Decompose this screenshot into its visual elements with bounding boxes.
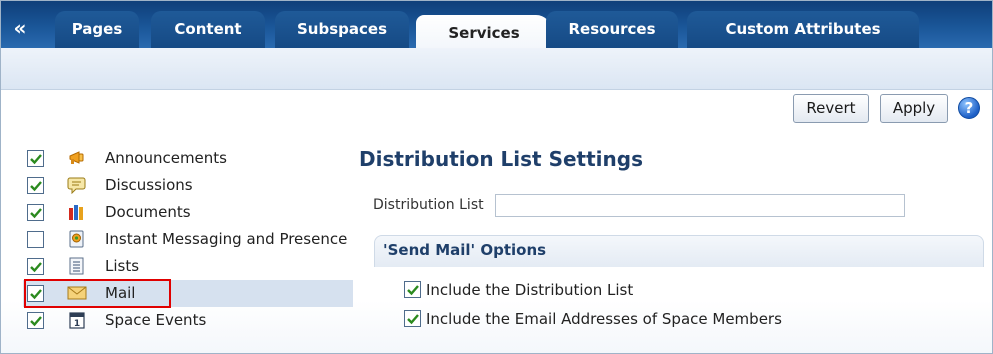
tab-pages[interactable]: Pages [55, 11, 139, 48]
service-item-discussions[interactable]: Discussions [23, 172, 353, 199]
service-item-announcements[interactable]: Announcements [23, 145, 353, 172]
distribution-list-input[interactable] [495, 194, 905, 217]
sub-toolbar [1, 48, 992, 90]
apply-button[interactable]: Apply [880, 94, 948, 123]
service-label: Instant Messaging and Presence [105, 230, 348, 248]
speech-bubble-icon [67, 177, 86, 194]
tab-subspaces[interactable]: Subspaces [275, 11, 409, 48]
collapse-icon[interactable]: « [9, 17, 31, 39]
revert-button[interactable]: Revert [793, 94, 869, 123]
option-label: Include the Email Addresses of Space Mem… [426, 310, 782, 328]
tab-bar: « Pages Content Subspaces Services Resou… [1, 1, 992, 50]
service-label: Discussions [105, 176, 193, 194]
checkbox-mail[interactable] [27, 285, 44, 302]
checkbox-discussions[interactable] [27, 177, 44, 194]
check-icon [30, 316, 42, 327]
checkbox-space-events[interactable] [27, 312, 44, 329]
list-icon [69, 257, 84, 275]
send-mail-options-title: 'Send Mail' Options [383, 241, 547, 259]
calendar-icon: 1 [69, 312, 85, 329]
distribution-list-label: Distribution List [373, 197, 484, 213]
check-icon [30, 289, 42, 300]
svg-text:1: 1 [74, 319, 80, 329]
help-icon[interactable]: ? [958, 97, 980, 119]
service-label: Lists [105, 257, 140, 275]
im-presence-icon [69, 230, 84, 248]
envelope-icon [67, 286, 87, 300]
tab-custom-attributes[interactable]: Custom Attributes [687, 11, 919, 48]
services-panel: « Pages Content Subspaces Services Resou… [0, 0, 993, 354]
check-icon [30, 262, 42, 273]
check-icon [407, 285, 419, 296]
option-label: Include the Distribution List [426, 281, 634, 299]
service-label: Announcements [105, 149, 227, 167]
checkbox-include-member-emails[interactable] [404, 310, 421, 327]
checkbox-lists[interactable] [27, 258, 44, 275]
check-icon [30, 208, 42, 219]
tab-resources[interactable]: Resources [546, 11, 678, 48]
service-item-lists[interactable]: Lists [23, 253, 353, 280]
service-label: Mail [105, 284, 136, 302]
checkbox-instant-messaging[interactable] [27, 231, 44, 248]
checkbox-announcements[interactable] [27, 150, 44, 167]
page-title: Distribution List Settings [359, 147, 643, 171]
check-icon [30, 181, 42, 192]
checkbox-include-distribution-list[interactable] [404, 281, 421, 298]
megaphone-icon [69, 151, 84, 164]
books-icon [69, 205, 83, 220]
service-label: Documents [105, 203, 191, 221]
checkbox-documents[interactable] [27, 204, 44, 221]
tab-services[interactable]: Services [416, 15, 552, 50]
service-item-documents[interactable]: Documents [23, 199, 353, 226]
service-label: Space Events [105, 311, 207, 329]
service-item-instant-messaging[interactable]: Instant Messaging and Presence [23, 226, 353, 253]
service-item-mail[interactable]: Mail [23, 280, 353, 307]
check-icon [407, 314, 419, 325]
tab-content[interactable]: Content [151, 11, 265, 48]
check-icon [30, 154, 42, 165]
service-item-space-events[interactable]: 1 Space Events [23, 307, 353, 334]
